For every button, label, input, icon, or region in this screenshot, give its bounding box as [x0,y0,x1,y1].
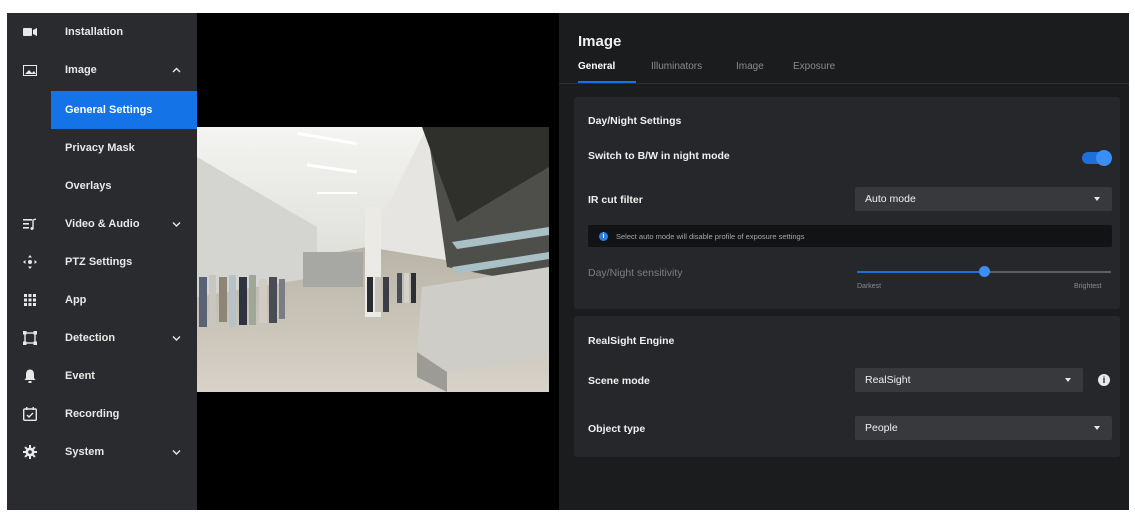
slider-min-label: Darkest [857,283,882,290]
sidebar-subitem-privacy-mask[interactable]: Privacy Mask [51,129,197,167]
sidebar-item-image[interactable]: Image [7,51,197,89]
detection-icon [22,330,38,346]
sidebar-item-label: Detection [65,332,116,344]
notice-text: Select auto mode will disable profile of… [616,231,805,241]
sidebar-item-installation[interactable]: Installation [7,13,197,51]
ir-cut-filter-select[interactable]: Auto mode [855,187,1112,211]
video-audio-icon [22,216,38,232]
tab-illuminators[interactable]: Illuminators [651,59,702,81]
select-value: Auto mode [865,193,916,205]
sidebar-item-event[interactable]: Event [7,357,197,395]
info-notice: i Select auto mode will disable profile … [588,225,1112,247]
tab-general[interactable]: General [578,59,615,81]
object-type-select[interactable]: People [855,416,1112,440]
info-icon: i [599,231,608,241]
chevron-down-icon[interactable] [170,332,182,344]
sidebar-item-label: Recording [65,408,120,420]
sidebar-item-label: System [65,446,105,458]
day-night-sensitivity-label: Day/Night sensitivity [588,267,683,279]
sidebar-item-label: PTZ Settings [65,256,133,268]
bw-night-mode-toggle[interactable] [1082,150,1112,166]
sensitivity-slider-fill [857,271,984,273]
sidebar-item-app[interactable]: App [7,281,197,319]
bell-icon [22,368,38,384]
realsight-engine-card: RealSight Engine Scene mode RealSight i … [574,316,1120,457]
sidebar-item-label: Video & Audio [65,218,140,230]
sidebar-item-video-audio[interactable]: Video & Audio [7,205,197,243]
sidebar: Installation Image General Settings Priv… [7,13,197,510]
caret-down-icon [1065,378,1071,382]
scene-mode-select[interactable]: RealSight [855,368,1083,392]
sidebar-subitem-label: Privacy Mask [65,142,135,154]
recording-icon [22,406,38,422]
sidebar-subitem-general-settings[interactable]: General Settings [51,91,197,129]
bw-night-mode-label: Switch to B/W in night mode [588,150,730,162]
ptz-icon [22,254,38,270]
section-title: Day/Night Settings [588,115,682,127]
sidebar-item-ptz-settings[interactable]: PTZ Settings [7,243,197,281]
settings-panel: Image General Illuminators Image Exposur… [559,13,1129,510]
chevron-up-icon[interactable] [170,64,182,76]
gear-icon [22,444,38,460]
chevron-down-icon[interactable] [170,446,182,458]
video-camera-icon [22,24,38,40]
select-value: People [865,422,898,434]
sidebar-item-label: Event [65,370,95,382]
sidebar-subitem-overlays[interactable]: Overlays [51,167,197,205]
tab-image[interactable]: Image [736,59,764,81]
page-title: Image [578,33,622,50]
scene-mode-info-icon[interactable]: i [1098,374,1110,386]
app-window: Installation Image General Settings Priv… [7,13,1129,510]
tab-exposure[interactable]: Exposure [793,59,835,81]
sidebar-item-recording[interactable]: Recording [7,395,197,433]
live-video-preview[interactable] [197,127,549,392]
active-tab-indicator [578,81,636,83]
object-type-label: Object type [588,423,646,435]
caret-down-icon [1094,426,1100,430]
image-icon [22,62,38,78]
ir-cut-filter-label: IR cut filter [588,194,643,206]
scene-mode-label: Scene mode [588,375,650,387]
video-preview-area [197,13,559,510]
sensitivity-slider-knob[interactable] [979,266,990,277]
app-grid-icon [22,292,38,308]
sidebar-subitem-label: General Settings [65,104,153,116]
caret-down-icon [1094,197,1100,201]
sidebar-item-label: Image [65,64,97,76]
sidebar-item-label: Installation [65,26,124,38]
chevron-down-icon[interactable] [170,218,182,230]
toggle-knob [1096,150,1112,166]
day-night-settings-card: Day/Night Settings Switch to B/W in nigh… [574,97,1120,309]
sidebar-item-detection[interactable]: Detection [7,319,197,357]
tab-bar: General Illuminators Image Exposure [559,59,1129,84]
sidebar-subitem-label: Overlays [65,180,112,192]
sidebar-item-label: App [65,294,87,306]
sidebar-item-system[interactable]: System [7,433,197,471]
section-title: RealSight Engine [588,335,675,347]
select-value: RealSight [865,374,911,386]
slider-max-label: Brightest [1074,283,1102,290]
